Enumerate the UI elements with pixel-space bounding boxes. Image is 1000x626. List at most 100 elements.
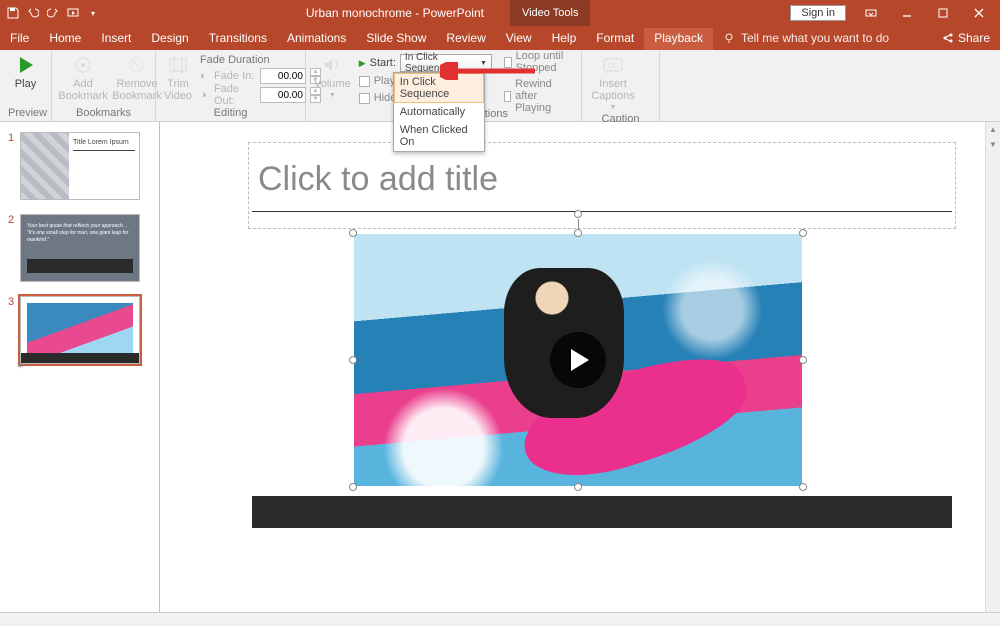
maximize-icon[interactable] — [926, 0, 960, 26]
minimize-icon[interactable] — [890, 0, 924, 26]
resize-handle-nw[interactable] — [349, 229, 357, 237]
resize-handle-e[interactable] — [799, 356, 807, 364]
start-dropdown[interactable]: In Click Sequence Automatically When Cli… — [393, 72, 485, 152]
share-icon — [942, 32, 954, 44]
thumbnail-number: 3 — [8, 296, 16, 364]
tab-slideshow[interactable]: Slide Show — [356, 28, 436, 50]
slide-canvas[interactable]: Click to add title — [232, 136, 972, 598]
video-play-overlay[interactable] — [550, 332, 606, 388]
slide-canvas-area[interactable]: Click to add title ▲ ▼ — [160, 122, 1000, 612]
add-bookmark-button: Add Bookmark — [60, 54, 106, 102]
sign-in-button[interactable]: Sign in — [790, 5, 846, 21]
tab-animations[interactable]: Animations — [277, 28, 356, 50]
volume-button: Volume ▼ — [314, 54, 351, 99]
lightbulb-icon — [723, 32, 735, 44]
tell-me-search[interactable]: Tell me what you want to do — [713, 28, 899, 50]
chevron-down-icon: ▼ — [610, 104, 617, 111]
rotate-handle[interactable] — [574, 210, 582, 218]
group-label-preview: Preview — [8, 105, 43, 119]
quick-access-toolbar: ▾ — [0, 6, 106, 20]
slide-thumbnail-panel[interactable]: 1 Title Lorem Ipsum 2 Your best quote th… — [0, 122, 160, 612]
play-full-screen-checkbox[interactable] — [359, 76, 370, 87]
resize-handle-se[interactable] — [799, 483, 807, 491]
trim-video-button: Trim Video — [164, 54, 192, 102]
scroll-down-icon[interactable]: ▼ — [986, 137, 1000, 152]
tell-me-label: Tell me what you want to do — [741, 31, 889, 45]
thumbnail-slide-2[interactable]: 2 Your best quote that reflects your app… — [0, 210, 159, 292]
tab-home[interactable]: Home — [39, 28, 91, 50]
annotation-arrow-icon — [440, 62, 540, 80]
start-option-automatically[interactable]: Automatically — [394, 103, 484, 121]
scroll-up-icon[interactable]: ▲ — [986, 122, 1000, 137]
hide-not-playing-checkbox[interactable] — [359, 93, 370, 104]
ribbon-options-icon[interactable] — [854, 0, 888, 26]
rewind-checkbox[interactable] — [504, 91, 511, 102]
play-icon — [15, 54, 37, 76]
play-icon — [571, 349, 589, 371]
fade-in-input[interactable] — [260, 68, 306, 84]
group-label-bookmarks: Bookmarks — [60, 105, 147, 119]
vertical-scrollbar[interactable]: ▲ ▼ — [985, 122, 1000, 612]
remove-bookmark-button: Remove Bookmark — [114, 54, 160, 102]
fade-in-icon: ◐ — [200, 70, 210, 82]
resize-handle-n[interactable] — [574, 229, 582, 237]
start-label: Start: — [370, 57, 396, 69]
trim-video-label: Trim Video — [164, 78, 192, 102]
fade-out-input[interactable] — [260, 87, 306, 103]
undo-icon[interactable] — [26, 6, 40, 20]
tab-file[interactable]: File — [0, 28, 39, 50]
thumbnail-preview[interactable]: Title Lorem Ipsum — [20, 132, 140, 200]
decorative-bar — [252, 496, 952, 528]
document-title: Urban monochrome - PowerPoint — [306, 6, 484, 20]
tab-transitions[interactable]: Transitions — [199, 28, 277, 50]
close-icon[interactable] — [962, 0, 996, 26]
share-label: Share — [958, 31, 990, 45]
video-media-object[interactable] — [354, 234, 802, 486]
thumbnail-number: 1 — [8, 132, 16, 200]
add-bookmark-label: Add Bookmark — [58, 78, 108, 102]
remove-bookmark-label: Remove Bookmark — [112, 78, 162, 102]
redo-icon[interactable] — [46, 6, 60, 20]
title-placeholder[interactable]: Click to add title — [252, 156, 952, 212]
thumbnail-quote: Your best quote that reflects your appro… — [27, 223, 133, 244]
window-controls — [854, 0, 1000, 26]
context-tab-video-tools: Video Tools — [510, 0, 590, 26]
start-option-when-clicked-on[interactable]: When Clicked On — [394, 121, 484, 151]
tab-format[interactable]: Format — [586, 28, 644, 50]
fade-out-label: Fade Out: — [214, 83, 256, 107]
work-area: 1 Title Lorem Ipsum 2 Your best quote th… — [0, 122, 1000, 612]
tab-view[interactable]: View — [496, 28, 542, 50]
ribbon-tabs: File Home Insert Design Transitions Anim… — [0, 26, 1000, 50]
share-button[interactable]: Share — [932, 28, 1000, 50]
volume-label: Volume — [314, 78, 351, 90]
insert-captions-label: Insert Captions — [590, 78, 636, 102]
animation-indicator-icon[interactable]: ✶ — [16, 361, 24, 372]
play-label: Play — [15, 78, 36, 90]
resize-handle-s[interactable] — [574, 483, 582, 491]
remove-bookmark-icon — [126, 54, 148, 76]
thumbnail-slide-1[interactable]: 1 Title Lorem Ipsum — [0, 128, 159, 210]
resize-handle-ne[interactable] — [799, 229, 807, 237]
fade-in-label: Fade In: — [214, 70, 256, 82]
tab-review[interactable]: Review — [436, 28, 495, 50]
save-icon[interactable] — [6, 6, 20, 20]
thumbnail-preview[interactable] — [20, 296, 140, 364]
tab-help[interactable]: Help — [542, 28, 587, 50]
title-bar: ▾ Urban monochrome - PowerPoint Video To… — [0, 0, 1000, 26]
trim-video-icon — [167, 54, 189, 76]
group-label-editing: Editing — [164, 105, 297, 119]
resize-handle-w[interactable] — [349, 356, 357, 364]
add-bookmark-icon — [72, 54, 94, 76]
tab-insert[interactable]: Insert — [91, 28, 141, 50]
thumbnail-title: Title Lorem Ipsum — [73, 139, 129, 146]
svg-text:CC: CC — [608, 63, 618, 70]
tab-design[interactable]: Design — [141, 28, 198, 50]
resize-handle-sw[interactable] — [349, 483, 357, 491]
qat-more-icon[interactable]: ▾ — [86, 6, 100, 20]
start-from-beginning-icon[interactable] — [66, 6, 80, 20]
play-button[interactable]: Play — [8, 54, 43, 90]
volume-icon — [321, 54, 343, 76]
thumbnail-slide-3[interactable]: 3 ✶ — [0, 292, 159, 374]
thumbnail-preview[interactable]: Your best quote that reflects your appro… — [20, 214, 140, 282]
tab-playback[interactable]: Playback — [644, 28, 713, 50]
